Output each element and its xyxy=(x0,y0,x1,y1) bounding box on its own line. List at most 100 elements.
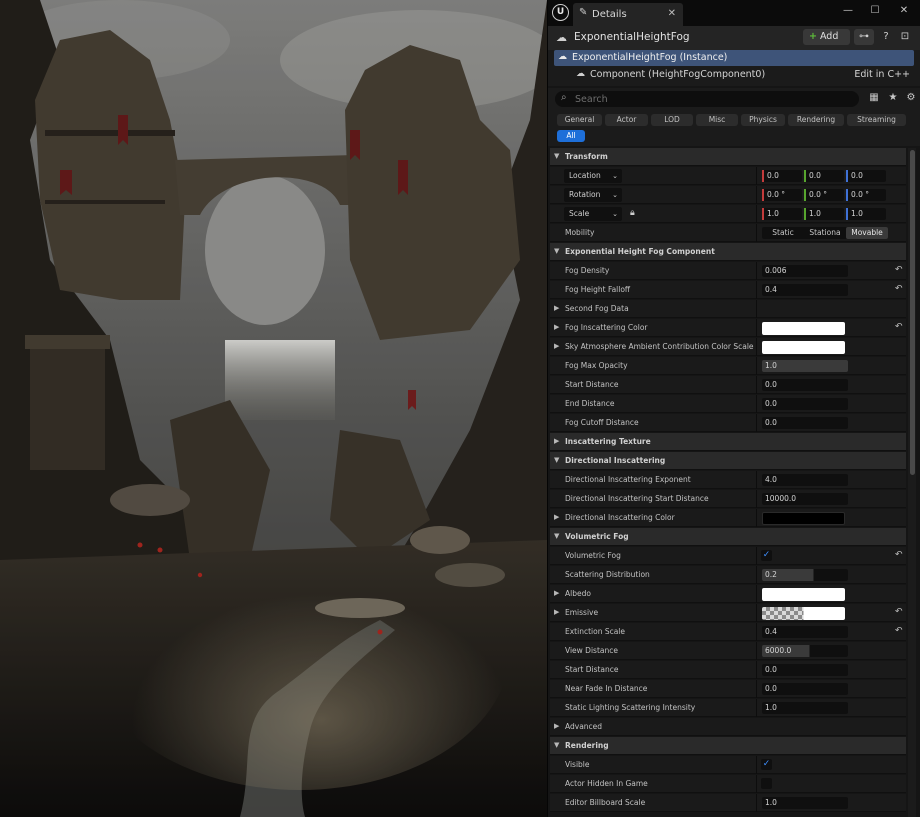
actor-hidden-checkbox[interactable] xyxy=(761,778,772,789)
volumetric-fog-checkbox[interactable]: ✓ xyxy=(761,550,772,561)
expand-arrow-icon[interactable]: ▶ xyxy=(554,323,559,331)
expand-arrow-icon[interactable]: ▶ xyxy=(554,589,559,597)
mobility-movable[interactable]: Movable xyxy=(846,227,888,239)
view-distance-slider[interactable]: 6000.0 xyxy=(762,645,848,657)
view-distance-label: View Distance xyxy=(565,646,618,655)
expand-arrow-icon: ▼ xyxy=(554,152,560,160)
mobility-stationary[interactable]: Stationa xyxy=(804,227,846,239)
level-viewport[interactable] xyxy=(0,0,547,817)
mobility-static[interactable]: Static xyxy=(762,227,804,239)
rotation-y-field[interactable]: 0.0 ° xyxy=(804,189,844,201)
reset-icon[interactable]: ↶ xyxy=(895,550,903,560)
directional-start-distance-field[interactable]: 10000.0 xyxy=(762,493,848,505)
scale-x-field[interactable]: 1.0 xyxy=(762,208,802,220)
rotation-x-field[interactable]: 0.0 ° xyxy=(762,189,802,201)
fog-height-falloff-field[interactable]: 0.4 xyxy=(762,284,848,296)
table-view-icon[interactable]: ▦ xyxy=(867,92,881,103)
settings-gear-icon[interactable]: ⚙ xyxy=(904,92,918,103)
category-directional-inscattering[interactable]: ▼ Directional Inscattering xyxy=(550,452,906,470)
filter-physics[interactable]: Physics xyxy=(741,114,785,126)
fog-density-field[interactable]: 0.006 xyxy=(762,265,848,277)
mobility-label: Mobility xyxy=(565,228,595,237)
row-scale: Scale ⌄ 🔒︎ 1.0 1.0 1.0 xyxy=(550,205,906,223)
component-child-item[interactable]: ☁ Component (HeightFogComponent0) Edit i… xyxy=(554,67,914,83)
location-z-field[interactable]: 0.0 xyxy=(846,170,886,182)
scattering-distribution-slider[interactable]: 0.2 xyxy=(762,569,848,581)
category-inscattering-texture[interactable]: ▶ Inscattering Texture xyxy=(550,433,906,451)
scale-dropdown[interactable]: Scale ⌄ xyxy=(564,207,622,221)
directional-color-swatch[interactable] xyxy=(762,512,845,525)
visible-checkbox[interactable]: ✓ xyxy=(761,759,772,770)
reset-icon[interactable]: ↶ xyxy=(895,626,903,636)
directional-exponent-field[interactable]: 4.0 xyxy=(762,474,848,486)
fog-inscattering-color-swatch[interactable] xyxy=(762,322,845,335)
reset-icon[interactable]: ↶ xyxy=(895,607,903,617)
rotation-dropdown[interactable]: Rotation ⌄ xyxy=(564,188,622,202)
reset-icon[interactable]: ↶ xyxy=(895,265,903,275)
search-input[interactable] xyxy=(575,92,845,106)
expand-arrow-icon[interactable]: ▶ xyxy=(554,608,559,616)
end-distance-field[interactable]: 0.0 xyxy=(762,398,848,410)
rotation-z-field[interactable]: 0.0 ° xyxy=(846,189,886,201)
row-second-fog-data[interactable]: ▶ Second Fog Data xyxy=(550,300,906,318)
row-directional-exponent: Directional Inscattering Exponent 4.0 xyxy=(550,471,906,489)
chevron-down-icon: ⌄ xyxy=(612,191,618,199)
lock-icon[interactable]: 🔒︎ xyxy=(630,208,635,218)
edit-in-cpp-link[interactable]: Edit in C++ xyxy=(854,69,910,80)
mobility-selector: Static Stationa Movable xyxy=(762,227,888,239)
scale-y-field[interactable]: 1.0 xyxy=(804,208,844,220)
emissive-color-swatch[interactable] xyxy=(762,607,845,620)
filter-misc[interactable]: Misc xyxy=(696,114,738,126)
filter-general[interactable]: General xyxy=(557,114,602,126)
extinction-scale-field[interactable]: 0.4 xyxy=(762,626,848,638)
search-box[interactable]: ⌕ xyxy=(555,91,859,107)
minimize-icon[interactable]: — xyxy=(837,3,859,19)
category-label: Exponential Height Fog Component xyxy=(565,247,715,256)
start-distance-field[interactable]: 0.0 xyxy=(762,379,848,391)
reset-icon[interactable]: ↶ xyxy=(895,322,903,332)
category-volumetric-fog[interactable]: ▼ Volumetric Fog xyxy=(550,528,906,546)
albedo-color-swatch[interactable] xyxy=(762,588,845,601)
filter-rendering[interactable]: Rendering xyxy=(788,114,844,126)
close-tab-icon[interactable]: ✕ xyxy=(668,8,676,19)
details-scrollbar[interactable] xyxy=(908,148,916,817)
help-icon[interactable]: ? xyxy=(879,29,893,45)
scrollbar-thumb[interactable] xyxy=(910,150,915,475)
star-icon[interactable]: ★ xyxy=(886,92,900,103)
category-label: Transform xyxy=(565,152,608,161)
vol-start-distance-field[interactable]: 0.0 xyxy=(762,664,848,676)
category-transform[interactable]: ▼ Transform xyxy=(550,148,906,166)
reset-icon[interactable]: ↶ xyxy=(895,284,903,294)
fog-max-opacity-slider[interactable]: 1.0 xyxy=(762,360,848,372)
volumetric-fog-label: Volumetric Fog xyxy=(565,551,621,560)
row-rotation: Rotation ⌄ 0.0 ° 0.0 ° 0.0 ° xyxy=(550,186,906,204)
blueprint-icon[interactable]: ⊶ xyxy=(854,29,874,45)
collapse-arrow-icon: ▶ xyxy=(554,437,560,445)
scale-z-field[interactable]: 1.0 xyxy=(846,208,886,220)
category-rendering[interactable]: ▼ Rendering xyxy=(550,737,906,755)
sky-atmosphere-color-swatch[interactable] xyxy=(762,341,845,354)
static-lighting-field[interactable]: 1.0 xyxy=(762,702,848,714)
close-window-icon[interactable]: ✕ xyxy=(893,3,915,19)
filter-all[interactable]: All xyxy=(557,130,585,142)
details-tab[interactable]: ✎ Details ✕ xyxy=(573,3,683,26)
location-x-field[interactable]: 0.0 xyxy=(762,170,802,182)
filter-streaming[interactable]: Streaming xyxy=(847,114,906,126)
category-label: Volumetric Fog xyxy=(565,532,629,541)
add-component-button[interactable]: + Add xyxy=(803,29,850,45)
maximize-icon[interactable]: ☐ xyxy=(864,3,886,19)
fog-density-label: Fog Density xyxy=(565,266,610,275)
expand-arrow-icon[interactable]: ▶ xyxy=(554,513,559,521)
row-advanced[interactable]: ▶ Advanced xyxy=(550,718,906,736)
near-fade-in-distance-field[interactable]: 0.0 xyxy=(762,683,848,695)
category-fog-component[interactable]: ▼ Exponential Height Fog Component xyxy=(550,243,906,261)
filter-lod[interactable]: LOD xyxy=(651,114,693,126)
lock-icon[interactable]: ⊡ xyxy=(898,29,912,45)
billboard-scale-field[interactable]: 1.0 xyxy=(762,797,848,809)
location-y-field[interactable]: 0.0 xyxy=(804,170,844,182)
fog-cutoff-distance-field[interactable]: 0.0 xyxy=(762,417,848,429)
component-root-item[interactable]: ☁ ExponentialHeightFog (Instance) xyxy=(554,50,914,66)
location-dropdown[interactable]: Location ⌄ xyxy=(564,169,622,183)
expand-arrow-icon[interactable]: ▶ xyxy=(554,342,559,350)
filter-actor[interactable]: Actor xyxy=(605,114,648,126)
